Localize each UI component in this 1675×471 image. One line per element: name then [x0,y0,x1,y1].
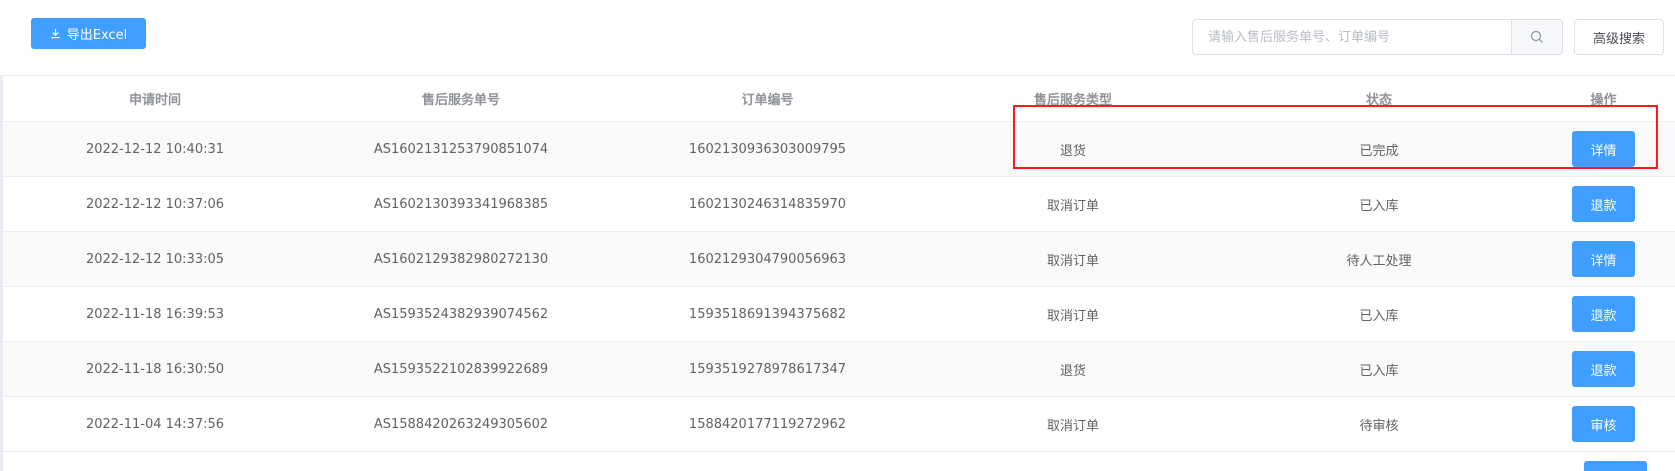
advanced-search-label: 高级搜索 [1592,31,1645,47]
apply-time-cell: 2022-11-18 16:39:53 [85,306,225,322]
service-type-cell: 取消订单 [1046,418,1099,434]
search-icon [1530,30,1543,43]
as-number-cell: AS1588420263249305602 [373,416,549,432]
order-number-cell: 1602130246314835970 [688,196,847,212]
toolbar: 导出Excel 高级搜索 [0,0,1675,76]
apply-time-cell: 2022-12-12 10:40:31 [85,141,225,157]
export-excel-button[interactable]: 导出Excel [31,18,146,49]
header-status: 状态 [1365,93,1392,108]
action-cell: 详情 [1532,241,1675,277]
apply-time-cell: 2022-11-18 16:30:50 [85,361,225,377]
apply-time-cell: 2022-12-12 10:33:05 [85,251,225,267]
download-icon [51,28,60,39]
status-cell: 已入库 [1359,198,1399,214]
action-cell: 退款 [1532,351,1675,387]
header-apply-time: 申请时间 [128,93,181,108]
search-button[interactable] [1511,20,1562,54]
review-button[interactable]: 审核 [1572,406,1635,442]
refund-button[interactable]: 退款 [1572,351,1635,387]
header-order-number: 订单编号 [741,93,794,108]
after-sales-list-page: 导出Excel 高级搜索 申请时间 售后服务单号 订单编号 售后服务类型 状态 … [0,0,1675,471]
table-row: 2022-11-04 14:37:56 AS158842026324930560… [3,397,1675,452]
status-cell: 待审核 [1359,418,1399,434]
action-cell: 审核 [1532,406,1675,442]
table-header: 申请时间 售后服务单号 订单编号 售后服务类型 状态 操作 [3,76,1675,122]
order-number-cell: 1588420177119272962 [688,416,847,432]
refund-button[interactable]: 退款 [1572,186,1635,222]
status-cell: 已入库 [1359,363,1399,379]
header-as-number: 售后服务单号 [421,93,500,108]
service-type-cell: 取消订单 [1046,198,1099,214]
service-type-cell: 退货 [1059,363,1086,379]
action-cell: 退款 [1532,186,1675,222]
as-number-cell: AS1602129382980272130 [373,251,549,267]
apply-time-cell: 2022-12-12 10:37:06 [85,196,225,212]
search-input[interactable] [1193,20,1511,54]
after-sales-table: 申请时间 售后服务单号 订单编号 售后服务类型 状态 操作 2022-12-12… [3,76,1675,452]
as-number-cell: AS1593524382939074562 [373,306,549,322]
table-row: 2022-12-12 10:37:06 AS160213039334196838… [3,177,1675,232]
service-type-cell: 取消订单 [1046,308,1099,324]
export-excel-label: 导出Excel [66,28,128,43]
search-box [1192,19,1563,55]
service-type-cell: 取消订单 [1046,253,1099,269]
table-row: 2022-11-18 16:30:50 AS159352210283992268… [3,342,1675,397]
as-number-cell: AS1593522102839922689 [373,361,549,377]
advanced-search-button[interactable]: 高级搜索 [1574,19,1664,55]
apply-time-cell: 2022-11-04 14:37:56 [85,416,225,432]
table-row: 2022-12-12 10:33:05 AS160212938298027213… [3,232,1675,287]
status-cell: 待人工处理 [1346,253,1412,269]
detail-button[interactable]: 详情 [1572,131,1635,167]
status-cell: 已完成 [1359,143,1399,159]
header-action: 操作 [1590,93,1617,108]
table-row: 2022-12-12 10:40:31 AS160213125379085107… [3,122,1675,177]
as-number-cell: AS1602130393341968385 [373,196,549,212]
order-number-cell: 1593519278978617347 [688,361,847,377]
action-cell: 详情 [1532,131,1675,167]
order-number-cell: 1602129304790056963 [688,251,847,267]
header-service-type: 售后服务类型 [1033,93,1112,108]
detail-button[interactable]: 详情 [1572,241,1635,277]
order-number-cell: 1602130936303009795 [688,141,847,157]
order-number-cell: 1593518691394375682 [688,306,847,322]
status-cell: 已入库 [1359,308,1399,324]
refund-button[interactable]: 退款 [1572,296,1635,332]
service-type-cell: 退货 [1059,143,1086,159]
next-row-action-button[interactable] [1584,461,1647,471]
table-row: 2022-11-18 16:39:53 AS159352438293907456… [3,287,1675,342]
as-number-cell: AS1602131253790851074 [373,141,549,157]
action-cell: 退款 [1532,296,1675,332]
